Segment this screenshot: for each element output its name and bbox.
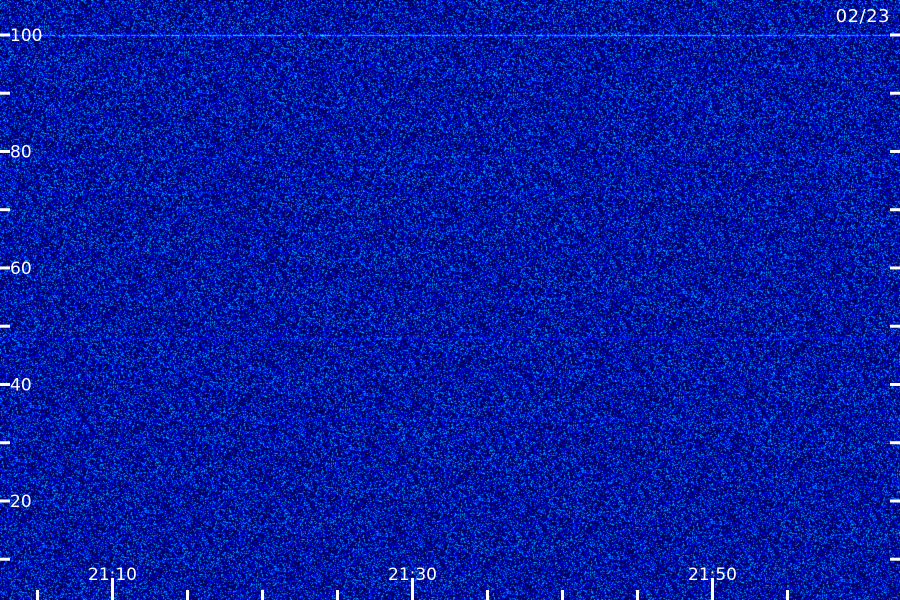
y-tick-label: 60 [10, 259, 32, 279]
x-axis-labels: 21:10 21:30 21:50 [88, 565, 737, 585]
x-tick-label: 21:30 [388, 565, 437, 585]
axes-overlay: 20 40 60 80 100 21:10 21:30 21:50 [0, 26, 900, 600]
y-tick-label: 40 [10, 375, 32, 395]
y-tick-label: 20 [10, 492, 32, 512]
y-tick-label: 100 [10, 26, 42, 46]
y-axis-ticks [0, 33, 900, 561]
x-tick-label: 21:10 [88, 565, 137, 585]
date-label: 02/23 [835, 6, 890, 27]
y-axis-labels: 20 40 60 80 100 [10, 26, 42, 512]
y-tick-label: 80 [10, 142, 32, 162]
x-tick-label: 21:50 [688, 565, 737, 585]
